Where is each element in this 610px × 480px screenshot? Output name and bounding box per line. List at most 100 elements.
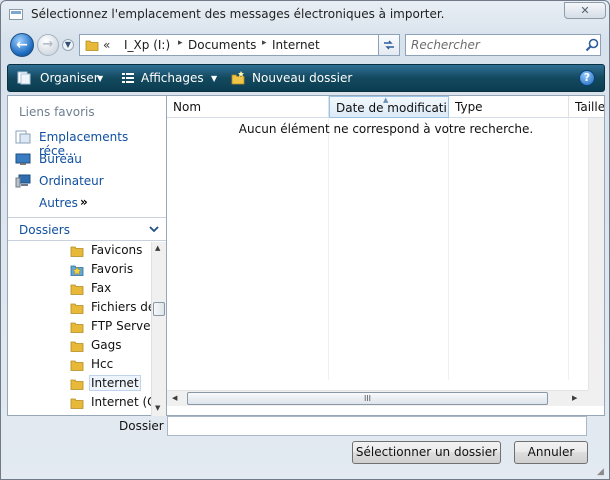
column-header-size[interactable]: Taille bbox=[569, 96, 604, 118]
column-header-row: Nom Date de modificati... Type Taille ▲ bbox=[167, 96, 604, 118]
scroll-down-arrow-icon[interactable]: ▼ bbox=[155, 404, 160, 412]
scroll-right-arrow-icon[interactable]: ▶ bbox=[572, 394, 577, 402]
views-icon bbox=[122, 73, 134, 83]
folder-tree: Favicons Favoris Fax Fichiers de FTP Ser… bbox=[8, 242, 152, 416]
folder-icon bbox=[70, 379, 84, 390]
folder-icon bbox=[70, 341, 84, 352]
folder-icon bbox=[70, 303, 84, 314]
search-input[interactable]: Rechercher bbox=[405, 34, 601, 56]
favorite-link-label: Bureau bbox=[39, 152, 82, 166]
new-folder-button[interactable]: Nouveau dossier bbox=[252, 71, 352, 85]
tree-item-label: Favoris bbox=[91, 262, 134, 276]
empty-results-message: Aucun élément ne correspond à votre rech… bbox=[238, 122, 534, 136]
tree-item-label: Fax bbox=[91, 281, 112, 295]
scroll-left-arrow-icon[interactable]: ◀ bbox=[172, 394, 177, 402]
scrollbar-thumb[interactable]: III bbox=[187, 392, 548, 405]
sort-indicator-icon: ▲ bbox=[383, 96, 389, 104]
help-button[interactable]: ? bbox=[579, 70, 595, 86]
tree-item-ftp-server[interactable]: FTP Server bbox=[68, 318, 152, 337]
tree-item-favoris[interactable]: Favoris bbox=[68, 261, 152, 280]
tree-item-fichiers-de[interactable]: Fichiers de bbox=[68, 299, 152, 318]
dialog-window: Sélectionnez l'emplacement des messages … bbox=[0, 0, 610, 480]
cancel-button[interactable]: Annuler bbox=[514, 441, 588, 464]
window-title: Sélectionnez l'emplacement des messages … bbox=[31, 7, 445, 21]
favorite-links-header: Liens favoris bbox=[19, 105, 95, 119]
column-divider bbox=[568, 118, 569, 380]
folder-tree-scrollbar[interactable]: ▲ ▼ bbox=[151, 242, 166, 416]
favorite-link-computer[interactable]: Ordinateur bbox=[15, 172, 165, 192]
more-links-button[interactable]: Autres bbox=[39, 196, 78, 210]
breadcrumb-documents[interactable]: Documents bbox=[188, 38, 256, 52]
tree-item-fax[interactable]: Fax bbox=[68, 280, 152, 299]
breadcrumb-overflow-button[interactable]: « bbox=[103, 38, 110, 52]
back-button[interactable]: ← bbox=[10, 33, 34, 57]
breadcrumb-internet[interactable]: Internet bbox=[272, 38, 320, 52]
favorite-link-label: Ordinateur bbox=[39, 174, 104, 188]
column-header-date[interactable]: Date de modificati... bbox=[329, 96, 449, 118]
window-app-icon bbox=[9, 9, 23, 20]
favorite-link-recent-places[interactable]: Emplacements réce... bbox=[15, 128, 165, 158]
chevron-down-icon[interactable] bbox=[148, 223, 160, 235]
scrollbar-thumb[interactable] bbox=[153, 302, 165, 316]
scrollbar-corner bbox=[588, 390, 604, 406]
organize-icon bbox=[17, 71, 31, 85]
resize-grip-icon[interactable]: ◢ bbox=[597, 467, 607, 477]
file-list-vertical-scrollbar[interactable] bbox=[588, 118, 604, 390]
recent-places-icon bbox=[15, 130, 31, 144]
views-dropdown-icon[interactable]: ▼ bbox=[211, 74, 217, 83]
folder-icon bbox=[70, 322, 84, 333]
column-divider bbox=[448, 118, 449, 380]
column-header-type[interactable]: Type bbox=[449, 96, 569, 118]
tree-item-hcc[interactable]: Hcc bbox=[68, 356, 152, 375]
tree-item-label: Internet bbox=[89, 375, 141, 391]
breadcrumb-separator[interactable]: ▸ bbox=[178, 38, 183, 48]
folder-icon bbox=[70, 246, 84, 257]
forward-button[interactable]: → bbox=[37, 34, 59, 56]
file-list-pane: Nom Date de modificati... Type Taille ▲ … bbox=[167, 95, 605, 416]
new-folder-icon bbox=[231, 71, 245, 85]
refresh-button[interactable] bbox=[379, 34, 400, 56]
history-dropdown-button[interactable]: ▼ bbox=[62, 39, 74, 51]
select-folder-button[interactable]: Sélectionner un dossier bbox=[352, 441, 501, 464]
tree-item-label: Gags bbox=[91, 338, 122, 352]
folder-icon bbox=[70, 398, 84, 409]
address-bar[interactable]: « I_Xp (I:) ▸ Documents ▸ Internet bbox=[79, 34, 379, 56]
tree-item-label: Hcc bbox=[91, 357, 114, 371]
breadcrumb-separator[interactable]: ▸ bbox=[262, 38, 267, 48]
tree-item-label: Internet (C bbox=[91, 395, 152, 409]
tree-item-label: Favicons bbox=[91, 243, 143, 257]
search-icon[interactable] bbox=[585, 38, 599, 52]
folder-icon bbox=[70, 284, 84, 295]
organise-dropdown-icon[interactable]: ▼ bbox=[97, 74, 103, 83]
favorites-star-icon bbox=[70, 265, 84, 276]
breadcrumb-drive[interactable]: I_Xp (I:) bbox=[124, 38, 170, 52]
folder-icon bbox=[70, 360, 84, 371]
tree-item-gags[interactable]: Gags bbox=[68, 337, 152, 356]
tree-item-internet[interactable]: Internet bbox=[68, 375, 152, 394]
favorite-link-desktop[interactable]: Bureau bbox=[15, 150, 165, 170]
refresh-icon bbox=[384, 40, 394, 50]
tree-item-favicons[interactable]: Favicons bbox=[68, 242, 152, 261]
file-list-horizontal-scrollbar[interactable]: ◀ III ▶ bbox=[167, 390, 588, 406]
address-row: ← → ▼ « I_Xp (I:) ▸ Documents ▸ Internet… bbox=[7, 31, 605, 59]
tree-item-internet-c[interactable]: Internet (C bbox=[68, 394, 152, 413]
tree-item-label: Fichiers de bbox=[91, 300, 152, 314]
folders-header[interactable]: Dossiers bbox=[8, 217, 166, 241]
more-links-chevron-icon[interactable]: » bbox=[80, 195, 88, 209]
title-bar[interactable]: Sélectionnez l'emplacement des messages … bbox=[1, 1, 609, 29]
folder-field-label: Dossier : bbox=[119, 419, 172, 433]
desktop-icon bbox=[15, 153, 31, 165]
column-header-name[interactable]: Nom bbox=[167, 96, 329, 118]
folder-icon bbox=[85, 40, 99, 51]
close-button[interactable]: ✕ bbox=[564, 2, 606, 19]
navigation-pane: Liens favoris Emplacements réce... Burea… bbox=[7, 95, 167, 416]
folder-input[interactable] bbox=[167, 416, 587, 436]
column-divider bbox=[328, 118, 329, 380]
command-toolbar: Organiser ▼ Affichages ▼ Nouveau dossier… bbox=[7, 64, 605, 92]
folders-header-label: Dossiers bbox=[19, 223, 70, 237]
views-menu[interactable]: Affichages bbox=[141, 71, 204, 85]
tree-item-label: FTP Server bbox=[91, 319, 152, 333]
scroll-up-arrow-icon[interactable]: ▲ bbox=[155, 244, 160, 252]
computer-icon bbox=[15, 174, 31, 188]
organise-menu[interactable]: Organiser bbox=[40, 71, 99, 85]
